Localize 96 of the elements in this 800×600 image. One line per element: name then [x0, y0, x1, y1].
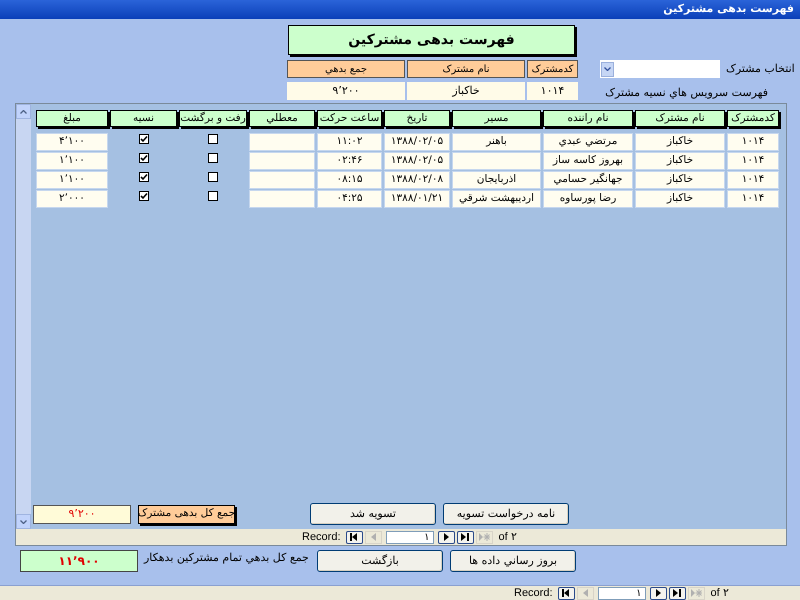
first-record-icon — [562, 589, 570, 597]
customer-select-label: انتخاب مشترک — [726, 60, 795, 77]
table-cell — [249, 152, 315, 170]
summary-cell: ۹٬۲۰۰ — [287, 82, 405, 100]
checkbox[interactable] — [208, 191, 218, 201]
table-cell: ارديبهشت شرقي — [452, 190, 541, 208]
table-cell: ۱۳۸۸/۰۲/۰۵ — [384, 133, 450, 151]
list-label: فهرست سرويس هاي نسيه مشترک — [605, 85, 768, 101]
last-record-icon — [673, 589, 682, 597]
window-title: فهرست بدهی مشترکین — [663, 1, 794, 18]
record-nav-button[interactable] — [650, 586, 667, 600]
checkbox[interactable] — [138, 172, 148, 182]
column-header: تاريخ — [384, 110, 450, 127]
table-cell: ۱۰۱۴ — [727, 152, 779, 170]
column-header: مسير — [452, 110, 541, 127]
chevron-up-icon — [20, 110, 27, 114]
scroll-down-button[interactable] — [16, 514, 31, 529]
next-record-icon — [444, 533, 449, 541]
next-record-icon — [656, 589, 661, 597]
table-cell: خاکباز — [635, 171, 725, 189]
summary-header: کدمشترک — [527, 60, 578, 78]
table-cell: ۰۲:۴۶ — [317, 152, 382, 170]
summary-header: نام مشترک — [407, 60, 525, 78]
previous-record-icon — [370, 533, 376, 541]
table-cell: ۱۳۸۸/۰۱/۲۱ — [384, 190, 450, 208]
subtotal-label: جمع کل بدهی مشترک — [138, 504, 235, 524]
checkbox[interactable] — [208, 153, 218, 163]
table-cell — [249, 133, 315, 151]
table-cell: ۱٬۱۰۰ — [36, 171, 108, 189]
column-header: مبلغ — [36, 110, 108, 127]
table-cell — [249, 190, 315, 208]
form-button[interactable]: نامه درخواست تسويه — [443, 503, 569, 525]
scrollbar[interactable] — [16, 104, 31, 529]
table-cell: مرتضي عبدي — [543, 133, 633, 151]
table-cell: باهنر — [452, 133, 541, 151]
table-cell: بهروز کاسه ساز — [543, 152, 633, 170]
scroll-up-button[interactable] — [16, 104, 31, 119]
record-nav-button[interactable] — [456, 530, 474, 544]
grand-total-value: ۱۱٬۹۰۰ — [20, 550, 138, 572]
column-header: نسيه — [110, 110, 177, 127]
summary-cell: خاکباز — [407, 82, 525, 100]
record-count: of ۲ — [710, 586, 729, 600]
checkbox[interactable] — [138, 134, 148, 144]
table-cell: ۰۸:۱۵ — [317, 171, 382, 189]
record-nav-button[interactable] — [668, 586, 686, 600]
column-header: کدمشترک — [727, 110, 779, 127]
grand-total-label: جمع کل بدهي تمام مشترکين بدهکار — [144, 550, 309, 566]
table-cell: ۴٬۱۰۰ — [36, 133, 108, 151]
record-label: Record: — [514, 586, 553, 600]
column-header: ساعت حرکت — [317, 110, 382, 127]
table-cell: جهانگير حسامي — [543, 171, 633, 189]
form-button[interactable]: بروز رساني داده ها — [450, 550, 576, 572]
first-record-icon — [350, 533, 358, 541]
record-nav-button[interactable] — [558, 586, 575, 600]
table-cell: ۱۳۸۸/۰۲/۰۵ — [384, 152, 450, 170]
record-number-field[interactable]: ۱ — [598, 586, 646, 600]
new-record-icon — [690, 589, 702, 597]
table-cell — [249, 171, 315, 189]
record-nav-button[interactable] — [438, 530, 455, 544]
table-cell: ۱۰۱۴ — [727, 190, 779, 208]
last-record-icon — [461, 533, 470, 541]
report-title: فهرست بدهی مشترکین — [288, 25, 575, 55]
summary-cell: ۱۰۱۴ — [527, 82, 578, 100]
record-nav-button[interactable] — [346, 530, 363, 544]
new-record-icon — [478, 533, 490, 541]
dropdown-button[interactable] — [601, 62, 614, 76]
record-number-field[interactable]: ۱ — [386, 530, 434, 544]
table-cell: اذربايجان — [452, 171, 541, 189]
table-cell: ۱٬۱۰۰ — [36, 152, 108, 170]
chevron-down-icon — [20, 520, 27, 524]
table-cell: ۱۱:۰۲ — [317, 133, 382, 151]
column-header: معطلي — [249, 110, 315, 127]
subtotal-value: ۹٬۲۰۰ — [33, 504, 131, 524]
form-button[interactable]: تسويه شد — [310, 503, 436, 525]
table-cell: خاکباز — [635, 152, 725, 170]
table-cell: رضا پورساوه — [543, 190, 633, 208]
table-cell: ۲٬۰۰۰ — [36, 190, 108, 208]
column-header: رفت و برگشت — [179, 110, 247, 127]
record-label: Record: — [302, 530, 341, 545]
column-header: نام مشترک — [635, 110, 725, 127]
chevron-down-icon — [604, 67, 611, 71]
record-count: of ۲ — [498, 530, 517, 545]
summary-header: جمع بدهي — [287, 60, 405, 78]
form-button[interactable]: بازگشت — [317, 550, 443, 572]
checkbox[interactable] — [138, 191, 148, 201]
table-cell: ۰۴:۲۵ — [317, 190, 382, 208]
previous-record-icon — [582, 589, 588, 597]
column-header: نام راننده — [543, 110, 633, 127]
checkbox[interactable] — [208, 134, 218, 144]
checkbox[interactable] — [208, 172, 218, 182]
table-cell: ۱۳۸۸/۰۲/۰۸ — [384, 171, 450, 189]
table-cell: ۱۰۱۴ — [727, 133, 779, 151]
table-cell: ۱۰۱۴ — [727, 171, 779, 189]
table-cell: خاکباز — [635, 133, 725, 151]
table-cell: خاکباز — [635, 190, 725, 208]
checkbox[interactable] — [138, 153, 148, 163]
